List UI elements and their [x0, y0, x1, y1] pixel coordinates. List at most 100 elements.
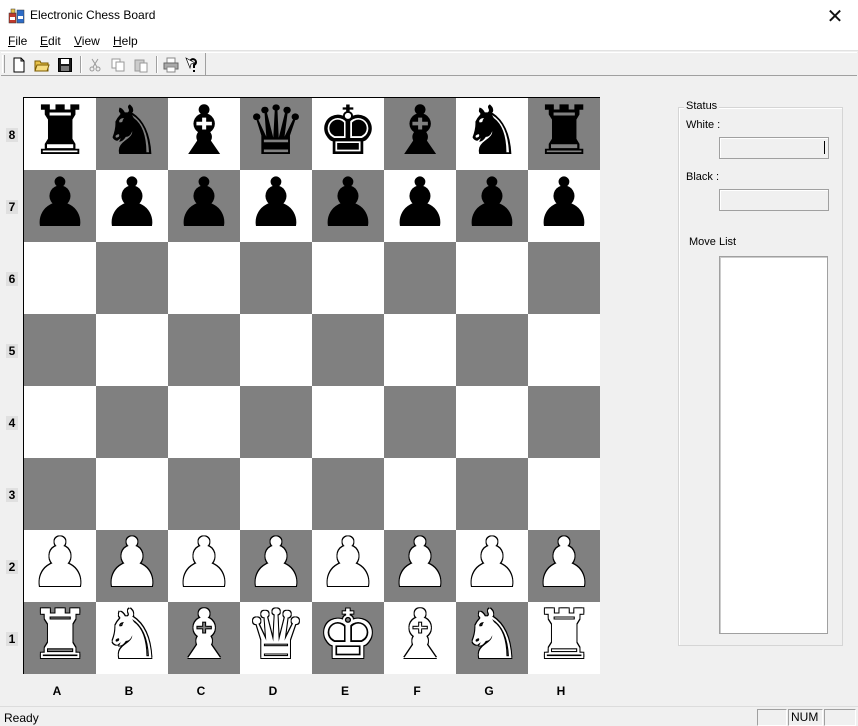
black-piece[interactable]: ♜ [30, 98, 91, 166]
black-piece[interactable]: ♟ [102, 170, 163, 238]
cut-icon[interactable] [85, 55, 105, 74]
toolbar-grip[interactable] [2, 55, 5, 73]
menu-help[interactable]: Help [113, 34, 138, 48]
square-f3[interactable] [384, 458, 456, 530]
black-piece[interactable]: ♞ [462, 98, 523, 166]
square-h3[interactable] [528, 458, 600, 530]
square-f2[interactable]: ♟ [384, 530, 456, 602]
square-f1[interactable]: ♝ [384, 602, 456, 674]
white-piece[interactable]: ♞ [102, 602, 163, 670]
black-piece[interactable]: ♟ [390, 170, 451, 238]
square-e1[interactable]: ♚ [312, 602, 384, 674]
square-e5[interactable] [312, 314, 384, 386]
white-piece[interactable]: ♛ [246, 602, 307, 670]
square-c6[interactable] [168, 242, 240, 314]
white-piece[interactable]: ♟ [30, 530, 91, 598]
square-c8[interactable]: ♝ [168, 98, 240, 170]
save-disk-icon[interactable] [55, 55, 75, 74]
square-h4[interactable] [528, 386, 600, 458]
square-a8[interactable]: ♜ [24, 98, 96, 170]
square-b6[interactable] [96, 242, 168, 314]
square-d8[interactable]: ♛ [240, 98, 312, 170]
black-piece[interactable]: ♟ [534, 170, 595, 238]
square-h5[interactable] [528, 314, 600, 386]
square-d6[interactable] [240, 242, 312, 314]
white-piece[interactable]: ♟ [246, 530, 307, 598]
square-a3[interactable] [24, 458, 96, 530]
black-piece[interactable]: ♚ [318, 98, 379, 166]
black-piece[interactable]: ♟ [318, 170, 379, 238]
white-piece[interactable]: ♟ [318, 530, 379, 598]
white-piece[interactable]: ♟ [174, 530, 235, 598]
square-b8[interactable]: ♞ [96, 98, 168, 170]
paste-icon[interactable] [131, 55, 151, 74]
square-c3[interactable] [168, 458, 240, 530]
square-f8[interactable]: ♝ [384, 98, 456, 170]
square-g2[interactable]: ♟ [456, 530, 528, 602]
square-a5[interactable] [24, 314, 96, 386]
square-g7[interactable]: ♟ [456, 170, 528, 242]
square-f4[interactable] [384, 386, 456, 458]
black-piece[interactable]: ♟ [30, 170, 91, 238]
black-piece[interactable]: ♟ [462, 170, 523, 238]
white-piece[interactable]: ♜ [30, 602, 91, 670]
square-g3[interactable] [456, 458, 528, 530]
square-d3[interactable] [240, 458, 312, 530]
square-d1[interactable]: ♛ [240, 602, 312, 674]
square-b2[interactable]: ♟ [96, 530, 168, 602]
square-g4[interactable] [456, 386, 528, 458]
white-piece[interactable]: ♚ [318, 602, 379, 670]
square-h2[interactable]: ♟ [528, 530, 600, 602]
square-a6[interactable] [24, 242, 96, 314]
white-piece[interactable]: ♟ [462, 530, 523, 598]
square-c1[interactable]: ♝ [168, 602, 240, 674]
black-piece[interactable]: ♟ [174, 170, 235, 238]
square-h7[interactable]: ♟ [528, 170, 600, 242]
square-a4[interactable] [24, 386, 96, 458]
black-piece[interactable]: ♛ [246, 98, 307, 166]
print-icon[interactable] [161, 55, 181, 74]
white-piece[interactable]: ♟ [534, 530, 595, 598]
square-e8[interactable]: ♚ [312, 98, 384, 170]
square-h8[interactable]: ♜ [528, 98, 600, 170]
square-g6[interactable] [456, 242, 528, 314]
square-a1[interactable]: ♜ [24, 602, 96, 674]
white-piece[interactable]: ♟ [390, 530, 451, 598]
square-b3[interactable] [96, 458, 168, 530]
square-d7[interactable]: ♟ [240, 170, 312, 242]
square-g1[interactable]: ♞ [456, 602, 528, 674]
menu-view[interactable]: View [74, 34, 100, 48]
square-f6[interactable] [384, 242, 456, 314]
copy-icon[interactable] [108, 55, 128, 74]
square-e4[interactable] [312, 386, 384, 458]
square-a7[interactable]: ♟ [24, 170, 96, 242]
white-piece[interactable]: ♜ [534, 602, 595, 670]
menu-edit[interactable]: Edit [40, 34, 61, 48]
black-piece[interactable]: ♞ [102, 98, 163, 166]
black-piece[interactable]: ♟ [246, 170, 307, 238]
square-h6[interactable] [528, 242, 600, 314]
black-piece[interactable]: ♝ [174, 98, 235, 166]
square-e7[interactable]: ♟ [312, 170, 384, 242]
help-pointer-icon[interactable] [183, 55, 203, 74]
square-g5[interactable] [456, 314, 528, 386]
black-piece[interactable]: ♝ [390, 98, 451, 166]
square-b5[interactable] [96, 314, 168, 386]
square-b1[interactable]: ♞ [96, 602, 168, 674]
white-piece[interactable]: ♞ [462, 602, 523, 670]
square-f5[interactable] [384, 314, 456, 386]
square-e2[interactable]: ♟ [312, 530, 384, 602]
close-button[interactable]: ✕ [812, 0, 858, 31]
square-c2[interactable]: ♟ [168, 530, 240, 602]
open-folder-icon[interactable] [32, 55, 52, 74]
square-d5[interactable] [240, 314, 312, 386]
new-file-icon[interactable] [9, 55, 29, 74]
black-piece[interactable]: ♜ [534, 98, 595, 166]
square-f7[interactable]: ♟ [384, 170, 456, 242]
square-b4[interactable] [96, 386, 168, 458]
white-piece[interactable]: ♟ [102, 530, 163, 598]
square-c5[interactable] [168, 314, 240, 386]
square-d2[interactable]: ♟ [240, 530, 312, 602]
square-g8[interactable]: ♞ [456, 98, 528, 170]
square-h1[interactable]: ♜ [528, 602, 600, 674]
